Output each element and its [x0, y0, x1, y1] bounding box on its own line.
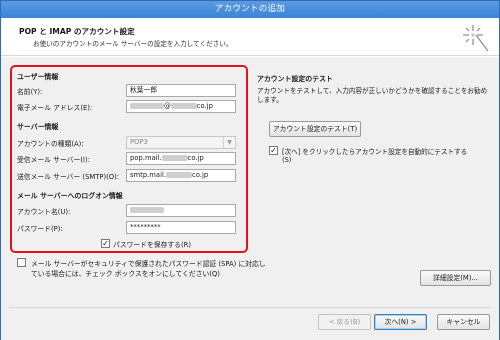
- remember-password-label: パスワードを保存する(R): [113, 241, 191, 249]
- header-subtitle: お使いのアカウントのメール サーバーの設定を入力してください。: [33, 40, 233, 48]
- name-label: 名前(Y):: [17, 88, 43, 96]
- test-account-button[interactable]: アカウント設定のテスト(T): [269, 121, 361, 137]
- test-description-line2: します。: [257, 96, 283, 104]
- user-info-section-title: ユーザー情報: [17, 73, 59, 81]
- password-field[interactable]: *********: [126, 221, 236, 234]
- email-field[interactable]: @ co.jp: [126, 100, 236, 113]
- dialog-content: ユーザー情報 名前(Y): 秋葉一郎 電子メール アドレス(E): @ co.jp…: [1, 57, 499, 340]
- logon-info-section-title: メール サーバーへのログオン情報: [17, 192, 123, 200]
- wizard-sparkle-icon: [463, 25, 489, 52]
- spa-label-line2: ている場合には、チェック ボックスをオンにしてください(Q): [31, 270, 220, 278]
- header-title: POP と IMAP のアカウント設定: [19, 27, 135, 36]
- masked-text: [170, 102, 197, 109]
- remember-password-checkbox[interactable]: ✓: [101, 239, 110, 248]
- cancel-button[interactable]: キャンセル: [437, 314, 490, 330]
- spa-checkbox[interactable]: [17, 258, 26, 267]
- chevron-down-icon: ▼: [223, 137, 235, 148]
- outgoing-server-field[interactable]: smtp.mail. co.jp: [126, 169, 236, 182]
- password-value: *********: [130, 223, 161, 231]
- auto-test-checkbox[interactable]: ✓: [269, 146, 278, 155]
- masked-text: [166, 171, 193, 178]
- back-button[interactable]: < 戻る(B): [318, 314, 371, 330]
- incoming-server-field[interactable]: pop.mail. co.jp: [126, 152, 236, 165]
- outgoing-suffix: co.jp: [192, 171, 209, 179]
- add-account-dialog: アカウントの追加 POP と IMAP のアカウント設定 お使いのアカウントのメ…: [0, 0, 500, 340]
- name-field[interactable]: 秋葉一郎: [126, 84, 236, 97]
- incoming-prefix: pop.mail.: [130, 154, 162, 162]
- next-button[interactable]: 次へ(N) >: [374, 314, 427, 330]
- auto-test-label-line2: (S): [282, 156, 292, 164]
- masked-text: [130, 206, 164, 213]
- email-at: @: [164, 102, 171, 110]
- outgoing-server-label: 送信メール サーバー (SMTP)(O):: [17, 173, 120, 181]
- advanced-settings-button[interactable]: 詳細設定(M)...: [420, 270, 491, 286]
- auto-test-label-line1: [次へ] をクリックしたらアカウント設定を自動的にテストする: [282, 148, 468, 156]
- password-label: パスワード(P):: [17, 225, 63, 233]
- email-label: 電子メール アドレス(E):: [17, 104, 93, 112]
- email-suffix: co.jp: [196, 102, 213, 110]
- account-name-label: アカウント名(U):: [17, 208, 71, 216]
- test-description-line1: アカウントをテストして、入力内容が正しいかどうかを確認することをお勧め: [257, 87, 488, 95]
- server-info-section-title: サーバー情報: [17, 123, 59, 131]
- masked-text: [161, 154, 188, 161]
- dialog-header: POP と IMAP のアカウント設定 お使いのアカウントのメール サーバーの設…: [1, 18, 499, 56]
- masked-text: [130, 102, 164, 109]
- test-section-title: アカウント設定のテスト: [257, 75, 333, 83]
- account-type-label: アカウントの種類(A):: [17, 140, 84, 148]
- account-type-value: POP3: [130, 138, 148, 146]
- incoming-server-label: 受信メール サーバー(I):: [17, 156, 90, 164]
- spa-label-line1: メール サーバーがセキュリティで保護されたパスワード認証 (SPA) に対応し: [31, 260, 266, 268]
- account-type-select: POP3 ▼: [126, 136, 236, 149]
- name-value: 秋葉一郎: [130, 86, 158, 94]
- window-title: アカウントの追加: [1, 1, 499, 18]
- outgoing-prefix: smtp.mail.: [130, 171, 167, 179]
- incoming-suffix: co.jp: [187, 154, 204, 162]
- footer-divider: [9, 307, 491, 308]
- account-name-field[interactable]: [126, 204, 236, 217]
